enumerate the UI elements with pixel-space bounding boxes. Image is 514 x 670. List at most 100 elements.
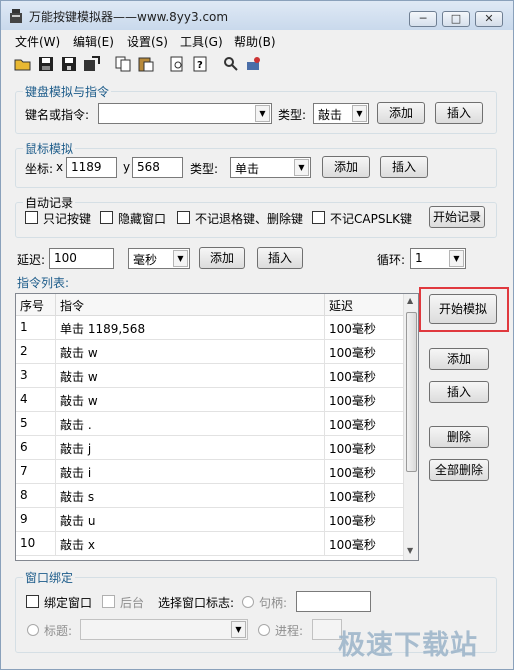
keyboard-type-select[interactable]: 敲击 ▼ [313, 103, 369, 124]
run-icon[interactable] [244, 54, 264, 74]
row-command: 敲击 . [56, 412, 325, 436]
app-icon [10, 9, 22, 23]
title-bar[interactable]: 万能按键模拟器——www.8yy3.com ─ □ ✕ [1, 1, 513, 30]
chevron-down-icon: ▼ [173, 250, 188, 267]
search-icon[interactable] [221, 54, 241, 74]
delay-unit-select[interactable]: 毫秒 ▼ [128, 248, 190, 269]
delete-all-button[interactable]: 全部删除 [429, 459, 489, 481]
table-row[interactable]: 10 敲击 x 100毫秒 [16, 532, 405, 556]
handle-input[interactable] [296, 591, 371, 612]
start-record-button[interactable]: 开始记录 [429, 206, 485, 228]
table-row[interactable]: 7 敲击 i 100毫秒 [16, 460, 405, 484]
background-checkbox[interactable] [102, 595, 115, 608]
row-index: 2 [16, 340, 56, 364]
keyboard-group-label: 键盘模拟与指令 [23, 83, 112, 100]
keyboard-add-button[interactable]: 添加 [377, 102, 425, 124]
mouse-add-button[interactable]: 添加 [322, 156, 370, 178]
loop-select[interactable]: 1 ▼ [410, 248, 466, 269]
maximize-button[interactable]: □ [442, 11, 470, 27]
menu-tools[interactable]: 工具(G) [180, 33, 223, 50]
scroll-down-icon[interactable]: ▼ [407, 546, 413, 555]
highlight-frame [419, 287, 509, 332]
vertical-scrollbar[interactable]: ▲ ▼ [403, 294, 418, 560]
scroll-thumb[interactable] [406, 312, 417, 472]
menu-bar: 文件(W) 编辑(E) 设置(S) 工具(G) 帮助(B) [1, 30, 513, 50]
paste-icon[interactable] [136, 54, 156, 74]
menu-help[interactable]: 帮助(B) [234, 33, 276, 50]
table-row[interactable]: 6 敲击 j 100毫秒 [16, 436, 405, 460]
column-header-delay[interactable]: 延迟 [325, 294, 405, 316]
save-as-icon[interactable] [59, 54, 79, 74]
export-icon[interactable] [82, 54, 102, 74]
table-row[interactable]: 3 敲击 w 100毫秒 [16, 364, 405, 388]
chevron-down-icon: ▼ [294, 159, 309, 176]
delete-button[interactable]: 删除 [429, 426, 489, 448]
keyboard-type-label: 类型: [278, 108, 307, 122]
skip-capslock-label: 不记CAPSLK键 [330, 212, 412, 226]
row-command: 敲击 w [56, 340, 325, 364]
key-name-combobox[interactable]: ▼ [98, 103, 272, 124]
row-command: 敲击 j [56, 436, 325, 460]
table-row[interactable]: 9 敲击 u 100毫秒 [16, 508, 405, 532]
chevron-down-icon: ▼ [255, 105, 270, 122]
delay-input[interactable]: 100 [49, 248, 114, 269]
svg-text:?: ? [197, 60, 203, 71]
delay-label: 延迟: [17, 253, 46, 267]
handle-radio[interactable] [242, 596, 254, 608]
title-label: 标题: [44, 624, 73, 638]
row-command: 敲击 w [56, 388, 325, 412]
open-folder-icon[interactable] [13, 54, 33, 74]
mouse-type-select[interactable]: 单击 ▼ [230, 157, 311, 178]
x-label: x [56, 160, 64, 174]
skip-backspace-checkbox[interactable] [177, 211, 190, 224]
row-command: 敲击 x [56, 532, 325, 556]
menu-file[interactable]: 文件(W) [15, 33, 60, 50]
mouse-insert-button[interactable]: 插入 [380, 156, 428, 178]
delay-insert-button[interactable]: 插入 [257, 247, 303, 269]
close-button[interactable]: ✕ [475, 11, 503, 27]
keyboard-type-value: 敲击 [318, 108, 343, 122]
copy-icon[interactable] [113, 54, 133, 74]
table-row[interactable]: 4 敲击 w 100毫秒 [16, 388, 405, 412]
title-radio[interactable] [27, 624, 39, 636]
loop-label: 循环: [377, 253, 406, 267]
scroll-up-icon[interactable]: ▲ [407, 296, 413, 305]
title-select[interactable]: ▼ [80, 619, 248, 640]
row-index: 8 [16, 484, 56, 508]
bind-window-checkbox[interactable] [26, 595, 39, 608]
menu-edit[interactable]: 编辑(E) [73, 33, 114, 50]
row-delay: 100毫秒 [325, 532, 405, 556]
table-row[interactable]: 8 敲击 s 100毫秒 [16, 484, 405, 508]
row-delay: 100毫秒 [325, 484, 405, 508]
minimize-button[interactable]: ─ [409, 11, 437, 27]
chevron-down-icon: ▼ [231, 621, 246, 638]
help-icon[interactable]: ? [190, 54, 210, 74]
preview-icon[interactable] [167, 54, 187, 74]
column-header-index[interactable]: 序号 [16, 294, 56, 316]
save-icon[interactable] [36, 54, 56, 74]
delay-add-button[interactable]: 添加 [199, 247, 245, 269]
table-row[interactable]: 2 敲击 w 100毫秒 [16, 340, 405, 364]
row-delay: 100毫秒 [325, 364, 405, 388]
list-insert-button[interactable]: 插入 [429, 381, 489, 403]
table-row[interactable]: 5 敲击 . 100毫秒 [16, 412, 405, 436]
y-coordinate-input[interactable]: 568 [132, 157, 183, 178]
x-coordinate-input[interactable]: 1189 [66, 157, 117, 178]
skip-capslock-checkbox[interactable] [312, 211, 325, 224]
menu-settings[interactable]: 设置(S) [127, 33, 168, 50]
hide-window-label: 隐藏窗口 [118, 212, 167, 226]
y-label: y [123, 160, 131, 174]
row-delay: 100毫秒 [325, 508, 405, 532]
mouse-group-label: 鼠标模拟 [23, 140, 76, 157]
background-label: 后台 [120, 596, 145, 610]
delay-unit-value: 毫秒 [133, 253, 158, 267]
list-add-button[interactable]: 添加 [429, 348, 489, 370]
table-row[interactable]: 1 单击 1189,568 100毫秒 [16, 316, 405, 340]
only-keys-checkbox[interactable] [25, 211, 38, 224]
command-table[interactable]: 序号 指令 延迟 1 单击 1189,568 100毫秒 2 敲击 w 100毫… [15, 293, 419, 561]
row-delay: 100毫秒 [325, 316, 405, 340]
process-radio[interactable] [258, 624, 270, 636]
keyboard-insert-button[interactable]: 插入 [435, 102, 483, 124]
hide-window-checkbox[interactable] [100, 211, 113, 224]
column-header-command[interactable]: 指令 [56, 294, 325, 316]
